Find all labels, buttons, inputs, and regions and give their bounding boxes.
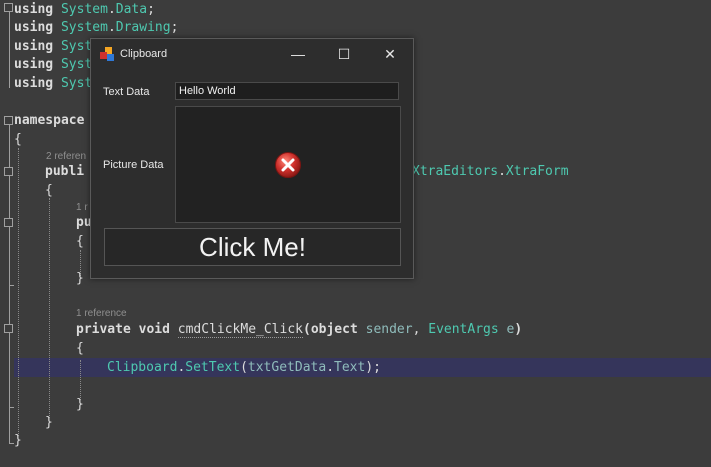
fold-toggle-ctor[interactable] xyxy=(4,218,13,227)
maximize-button[interactable]: ☐ xyxy=(321,39,367,69)
indent-guide xyxy=(49,198,50,418)
fold-toggle-namespace[interactable] xyxy=(4,116,13,125)
code-line-method-signature: private void cmdClickMe_Click(object sen… xyxy=(76,322,523,338)
code-line-class-base: XtraEditors.XtraForm xyxy=(412,164,569,179)
text-data-label: Text Data xyxy=(103,86,150,98)
code-line-brace: } xyxy=(76,271,84,286)
close-button[interactable]: ✕ xyxy=(367,39,413,69)
picture-data-box[interactable] xyxy=(175,106,401,223)
outline-tick xyxy=(9,285,14,286)
fold-toggle-usings[interactable] xyxy=(4,3,13,12)
code-line-using: using Syst xyxy=(14,76,93,91)
code-line-brace: } xyxy=(45,415,53,430)
code-line-using-data: using System.Data; xyxy=(14,2,155,17)
code-line-brace: { xyxy=(76,341,84,356)
minimize-button[interactable]: — xyxy=(275,39,321,69)
code-line-brace: } xyxy=(76,397,84,412)
code-line-statement: Clipboard.SetText(txtGetData.Text); xyxy=(107,360,381,375)
outline-guide-usings xyxy=(9,8,10,88)
clipboard-app-icon xyxy=(100,47,116,63)
code-line-brace: { xyxy=(76,234,84,249)
code-line-brace: } xyxy=(14,433,22,448)
code-line-brace: { xyxy=(14,132,22,147)
indent-guide xyxy=(18,148,19,436)
click-me-button[interactable]: Click Me! xyxy=(104,228,401,266)
picture-data-label: Picture Data xyxy=(103,159,164,171)
fold-toggle-class[interactable] xyxy=(4,167,13,176)
fold-toggle-method[interactable] xyxy=(4,324,13,333)
code-line-class: publi xyxy=(45,164,85,179)
code-line-using: using Syst xyxy=(14,57,93,72)
indent-guide xyxy=(80,360,81,400)
outline-tick xyxy=(9,407,14,408)
code-line-using: using Syst xyxy=(14,39,93,54)
window-title: Clipboard xyxy=(120,48,168,60)
code-line-brace: { xyxy=(45,183,53,198)
code-line-namespace: namespace xyxy=(14,113,85,128)
codelens-method-references[interactable]: 1 reference xyxy=(76,307,127,321)
error-icon xyxy=(275,152,301,178)
code-line-using-drawing: using System.Drawing; xyxy=(14,20,179,35)
text-data-input[interactable] xyxy=(175,82,399,100)
title-bar[interactable]: Clipboard — ☐ ✕ xyxy=(91,39,413,69)
clipboard-window: Clipboard — ☐ ✕ Text Data Picture Data C… xyxy=(90,38,414,279)
